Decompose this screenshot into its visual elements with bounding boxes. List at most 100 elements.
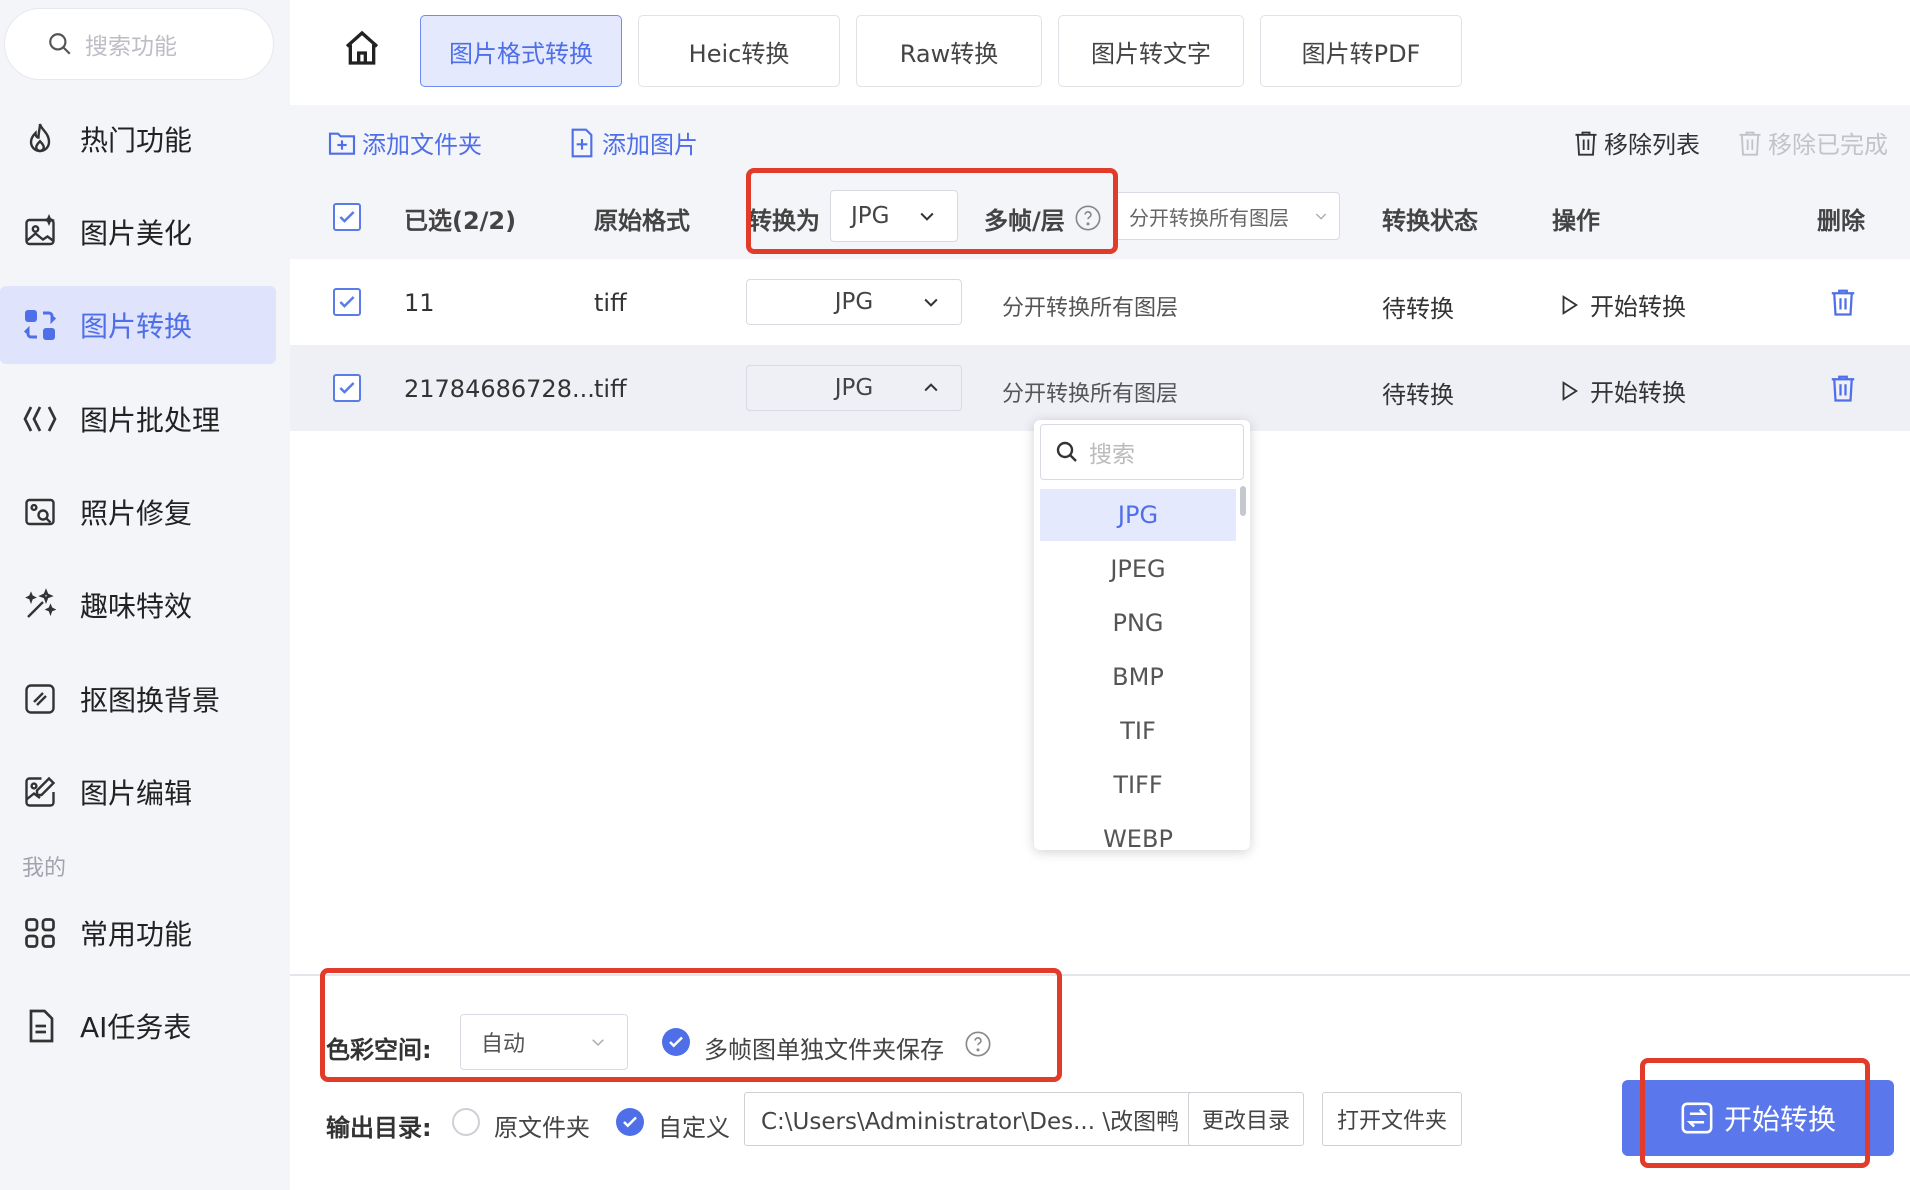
col-action: 操作 <box>1552 207 1600 235</box>
file-name: 11 <box>404 289 435 317</box>
row-start-label: 开始转换 <box>1590 293 1686 321</box>
col-delete: 删除 <box>1817 207 1865 235</box>
check-icon <box>339 296 355 308</box>
chevron-down-icon <box>924 298 938 307</box>
dropdown-scrollbar[interactable] <box>1240 486 1246 516</box>
check-icon <box>339 382 355 394</box>
sidebar: 搜索功能 热门功能 图片美化 图片转换 图片批处理 照片修复 趣味特效 抠图换背… <box>0 0 290 1190</box>
row-convert-to-select[interactable]: JPG <box>746 279 962 325</box>
search-placeholder: 搜索功能 <box>85 34 177 60</box>
image-sparkle-icon <box>25 214 56 246</box>
batch-icon <box>23 406 57 432</box>
app-window: 搜索功能 热门功能 图片美化 图片转换 图片批处理 照片修复 趣味特效 抠图换背… <box>0 0 1910 1190</box>
open-folder-button[interactable]: 打开文件夹 <box>1322 1092 1462 1146</box>
tab-heic[interactable]: Heic转换 <box>638 15 840 87</box>
multiframe-all-value: 分开转换所有图层 <box>1129 205 1289 230</box>
dropdown-search-input[interactable]: 搜索 <box>1040 424 1244 480</box>
delete-icon[interactable] <box>1828 373 1858 403</box>
sidebar-item-beautify[interactable]: 图片美化 <box>0 193 276 271</box>
row-convert-to-select[interactable]: JPG <box>746 365 962 411</box>
sidebar-item-cutout[interactable]: 抠图换背景 <box>0 660 276 738</box>
remove-done-button[interactable]: 移除已完成 <box>1736 125 1888 160</box>
dropdown-option[interactable]: BMP <box>1040 651 1236 703</box>
multiframe-all-select[interactable]: 分开转换所有图层 <box>1114 192 1340 240</box>
grid-icon <box>25 918 55 948</box>
radio-original-folder[interactable] <box>452 1108 480 1136</box>
add-image-button[interactable]: 添加图片 <box>566 125 698 160</box>
row-status: 待转换 <box>1382 381 1454 409</box>
trash-icon <box>1739 131 1761 156</box>
cutout-icon <box>25 684 55 714</box>
sidebar-item-label: 图片编辑 <box>80 777 193 810</box>
row-convert-to-value: JPG <box>834 375 874 401</box>
output-dir-label: 输出目录: <box>326 1114 432 1142</box>
sidebar-item-effects[interactable]: 趣味特效 <box>0 566 276 644</box>
sidebar-item-label: 趣味特效 <box>80 590 193 623</box>
select-all-checkbox[interactable] <box>333 203 361 231</box>
play-icon <box>1562 380 1579 401</box>
remove-done-label: 移除已完成 <box>1768 131 1888 159</box>
sidebar-search-input[interactable]: 搜索功能 <box>4 8 274 80</box>
search-icon <box>49 33 71 55</box>
search-icon <box>1056 441 1077 462</box>
row-layers: 分开转换所有图层 <box>1002 382 1179 407</box>
trash-icon <box>1575 131 1597 156</box>
sidebar-item-repair[interactable]: 照片修复 <box>0 473 276 551</box>
magic-wand-icon <box>25 588 57 618</box>
highlight-box <box>746 168 1118 254</box>
col-original-format: 原始格式 <box>594 207 690 235</box>
sidebar-item-label: 抠图换背景 <box>80 684 221 717</box>
tab-image-to-pdf[interactable]: 图片转PDF <box>1260 15 1462 87</box>
dropdown-option[interactable]: JPG <box>1040 489 1236 541</box>
tab-image-to-text[interactable]: 图片转文字 <box>1058 15 1244 87</box>
row-start-button[interactable]: 开始转换 <box>1558 287 1686 322</box>
sidebar-item-label: 热门功能 <box>80 124 193 157</box>
output-path-value: C:\Users\Administrator\Des... \改图鸭 <box>761 1109 1180 1135</box>
sidebar-item-label: 照片修复 <box>80 497 193 530</box>
output-path-field[interactable]: C:\Users\Administrator\Des... \改图鸭 <box>744 1092 1198 1146</box>
sidebar-item-label: 常用功能 <box>80 918 193 951</box>
photo-repair-icon <box>25 498 55 526</box>
sidebar-item-common[interactable]: 常用功能 <box>0 894 276 972</box>
tab-image-format[interactable]: 图片格式转换 <box>420 15 622 87</box>
format-dropdown: 搜索 JPG JPEG PNG BMP TIF TIFF WEBP <box>1034 420 1250 850</box>
check-icon <box>339 211 355 223</box>
sidebar-item-ai-tasks[interactable]: AI任务表 <box>0 987 276 1065</box>
add-folder-button[interactable]: 添加文件夹 <box>326 125 482 160</box>
dropdown-option[interactable]: TIF <box>1040 705 1236 757</box>
remove-list-button[interactable]: 移除列表 <box>1572 125 1700 160</box>
sidebar-item-hot[interactable]: 热门功能 <box>0 100 276 178</box>
toolbar: 添加文件夹 添加图片 移除列表 移除已完成 <box>290 105 1910 175</box>
sidebar-item-label: 图片批处理 <box>80 404 221 437</box>
radio-custom-folder[interactable] <box>616 1108 644 1136</box>
dropdown-option[interactable]: WEBP <box>1040 813 1236 850</box>
sidebar-item-batch[interactable]: 图片批处理 <box>0 380 276 458</box>
highlight-box <box>1640 1058 1870 1168</box>
dropdown-option[interactable]: PNG <box>1040 597 1236 649</box>
radio-original-label: 原文件夹 <box>494 1114 590 1142</box>
dropdown-option[interactable]: TIFF <box>1040 759 1236 811</box>
add-folder-label: 添加文件夹 <box>362 131 482 159</box>
file-name: 21784686728... <box>404 375 595 403</box>
change-dir-button[interactable]: 更改目录 <box>1188 1092 1304 1146</box>
sidebar-item-edit[interactable]: 图片编辑 <box>0 753 276 831</box>
row-start-button[interactable]: 开始转换 <box>1558 373 1686 408</box>
tab-raw[interactable]: Raw转换 <box>856 15 1042 87</box>
selected-count: 已选(2/2) <box>404 207 517 235</box>
chevron-down-icon <box>1315 213 1327 220</box>
table-row: 11 tiff JPG 分开转换所有图层 待转换 开始转换 <box>290 259 1910 345</box>
home-icon <box>345 30 379 65</box>
play-icon <box>1562 294 1579 315</box>
delete-icon[interactable] <box>1828 287 1858 317</box>
home-button[interactable] <box>342 28 382 72</box>
file-add-icon <box>571 128 593 157</box>
row-checkbox[interactable] <box>333 288 361 316</box>
sidebar-item-label: AI任务表 <box>80 1011 192 1044</box>
row-checkbox[interactable] <box>333 374 361 402</box>
col-status: 转换状态 <box>1382 207 1478 235</box>
sidebar-item-convert[interactable]: 图片转换 <box>0 286 276 364</box>
file-format: tiff <box>594 375 627 403</box>
row-status: 待转换 <box>1382 295 1454 323</box>
dropdown-option[interactable]: JPEG <box>1040 543 1236 595</box>
tab-bar: 图片格式转换 Heic转换 Raw转换 图片转文字 图片转PDF <box>290 0 1910 105</box>
